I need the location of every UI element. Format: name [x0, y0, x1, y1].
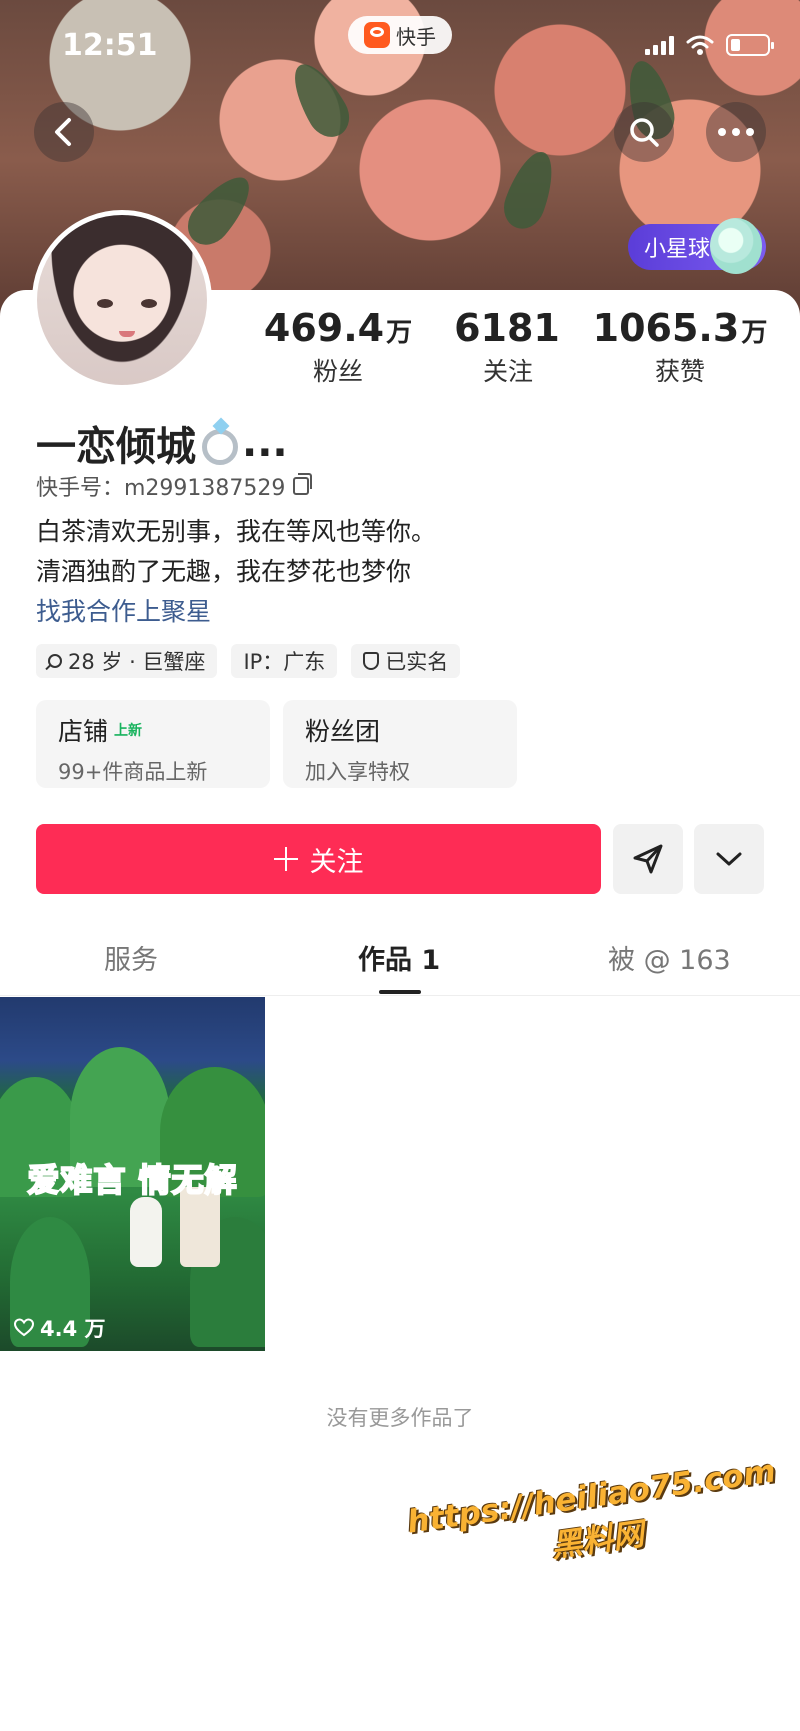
stat-following-label: 关注: [482, 357, 533, 386]
tag-age-label: 28 岁 · 巨蟹座: [68, 650, 206, 674]
post-likes-count: 4.4 万: [40, 1317, 106, 1341]
content-tabs: 服务 作品 1 被 @ 163: [0, 938, 800, 996]
tab-mentions[interactable]: 被 @ 163: [608, 938, 731, 977]
fan-club-entry-title: 粉丝团: [305, 717, 381, 746]
tab-services[interactable]: 服务: [104, 938, 158, 977]
kuaishou-id-text: 快手号：m2991387529: [36, 476, 286, 501]
planet-badge[interactable]: 小星球: [627, 218, 766, 274]
tag-verified: 已实名: [351, 644, 461, 678]
avatar[interactable]: [32, 210, 212, 390]
shop-entry[interactable]: 店铺 上新 99+件商品上新: [36, 700, 270, 788]
heart-icon: [14, 1318, 34, 1337]
bio-line-2: 清酒独酌了无趣，我在梦花也梦你: [36, 557, 412, 586]
kuaishou-id: 快手号：m2991387529: [36, 470, 313, 502]
profile-nickname: 一恋倾城 ...: [36, 414, 288, 472]
tag-ip-label: IP：广东: [243, 650, 326, 674]
chevron-down-icon: [716, 852, 742, 866]
fan-club-entry-subtitle: 加入享特权: [305, 760, 410, 784]
nickname-text: 一恋倾城: [36, 424, 196, 470]
stat-fans-label: 粉丝: [312, 357, 363, 386]
shield-icon: [363, 652, 380, 670]
stat-likes-value: 1065.3: [592, 306, 740, 350]
plus-icon: [273, 847, 298, 871]
tag-age: 28 岁 · 巨蟹座: [36, 644, 218, 678]
more-dots-icon: [718, 128, 754, 136]
bio-link[interactable]: 找我合作上聚星: [36, 592, 211, 628]
stat-following-value: 6181: [454, 306, 560, 350]
post-caption: 爱难言 情无解: [26, 1160, 238, 1200]
stat-likes-unit: 万: [741, 318, 768, 348]
nickname-ellipsis: ...: [242, 420, 288, 466]
battery-icon: [726, 34, 774, 56]
app-name: 快手: [396, 24, 436, 49]
send-icon: [633, 844, 663, 874]
search-icon: [630, 118, 659, 147]
shop-entry-title: 店铺: [58, 717, 109, 746]
fan-club-entry[interactable]: 粉丝团 加入享特权: [283, 700, 517, 788]
stat-fans-unit: 万: [386, 318, 413, 348]
share-button[interactable]: [613, 824, 683, 894]
shop-entry-subtitle: 99+件商品上新: [58, 760, 208, 784]
tab-works[interactable]: 作品 1: [358, 938, 440, 977]
expand-button[interactable]: [694, 824, 764, 894]
back-button[interactable]: [34, 102, 94, 162]
bio-line-1: 白茶清欢无别事，我在等风也等你。: [36, 517, 437, 546]
follow-button[interactable]: 关注: [36, 824, 601, 894]
post-thumbnail[interactable]: 爱难言 情无解 4.4 万: [0, 997, 265, 1351]
profile-tags: 28 岁 · 巨蟹座 IP：广东 已实名: [36, 644, 461, 678]
no-more-works-text: 没有更多作品了: [326, 1406, 474, 1430]
stat-likes[interactable]: 1065.3 万 获赞: [593, 306, 768, 388]
kuaishou-logo-icon: [364, 22, 390, 48]
stat-following[interactable]: 6181 关注: [448, 306, 568, 388]
status-icons: [645, 34, 774, 56]
wifi-icon: [686, 35, 714, 55]
post-likes: 4.4 万: [14, 1313, 106, 1343]
tag-ip: IP：广东: [231, 644, 338, 678]
follow-button-label: 关注: [309, 846, 364, 878]
stat-fans-value: 469.4: [263, 306, 385, 350]
ring-icon: [202, 429, 238, 465]
shop-new-badge: 上新: [114, 723, 143, 739]
zodiac-icon: [48, 654, 62, 668]
signal-icon: [645, 35, 674, 55]
stat-likes-label: 获赞: [654, 357, 705, 386]
tag-verified-label: 已实名: [385, 650, 449, 674]
search-button[interactable]: [614, 102, 674, 162]
copy-icon[interactable]: [293, 473, 313, 495]
status-time: 12:51: [62, 28, 158, 63]
app-indicator: 快手: [348, 16, 452, 54]
bunny-figure: [130, 1197, 162, 1267]
planet-icon: [710, 218, 762, 274]
stat-fans[interactable]: 469.4 万 粉丝: [264, 306, 412, 388]
tab-active-indicator: [379, 990, 421, 994]
more-button[interactable]: [706, 102, 766, 162]
chevron-left-icon: [55, 118, 71, 146]
planet-badge-label: 小星球: [643, 237, 710, 262]
